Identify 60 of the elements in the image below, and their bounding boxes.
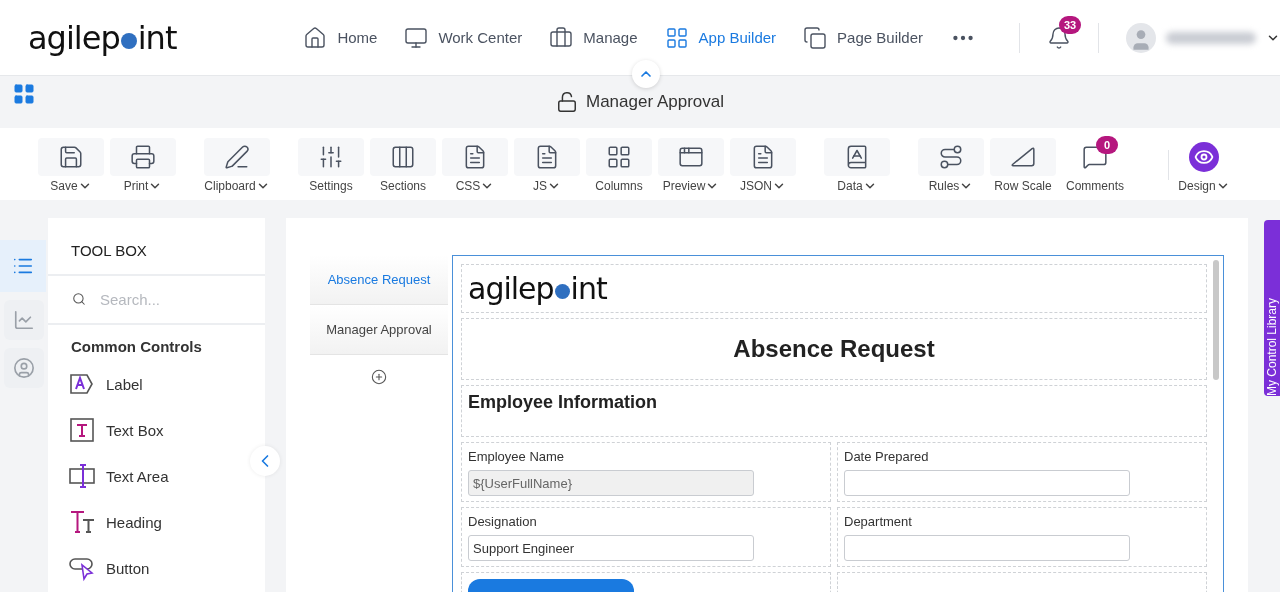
add-page-button[interactable] (371, 369, 387, 385)
sliders-icon (318, 144, 344, 170)
grid-icon (664, 25, 689, 50)
toolbox-title: TOOL BOX (48, 218, 265, 276)
save-icon (58, 144, 84, 170)
text-field[interactable] (844, 535, 1130, 561)
field-label: Date Prepared (844, 449, 930, 464)
unlock-icon (556, 91, 578, 113)
side-panel-tab[interactable] (4, 348, 44, 388)
form-title: Absence Request (733, 335, 935, 364)
text-field[interactable]: Support Engineer (468, 535, 754, 561)
toolbox-item[interactable]: Text Box (106, 421, 164, 439)
heading-control-icon (68, 508, 96, 536)
nav-link[interactable]: Manage (549, 25, 638, 50)
text-field[interactable] (844, 470, 1130, 496)
columns-icon (390, 144, 416, 170)
pen-icon (224, 144, 250, 170)
nav-link[interactable]: Work Center (404, 25, 523, 50)
user-circle-icon (13, 357, 35, 379)
control-library-tab[interactable]: My Control Library (1264, 220, 1280, 396)
side-panel-tab[interactable] (0, 240, 46, 292)
toolbar-button[interactable]: 0 Comments (1062, 138, 1128, 193)
side-panel-tab[interactable] (4, 300, 44, 340)
toolbox-item[interactable]: Text Area (106, 467, 169, 485)
comment-count: 0 (1096, 136, 1118, 154)
field-label: Employee Name (468, 449, 566, 464)
eye-icon (1189, 142, 1219, 172)
text-box-control-icon (68, 416, 96, 444)
avatar-icon (1126, 22, 1156, 53)
section-title: Employee Information (468, 391, 658, 413)
nav-link[interactable]: Page Builder (803, 25, 923, 50)
monitor-icon (404, 25, 429, 50)
text-field[interactable]: ${UserFullName} (468, 470, 754, 496)
collapse-header-button[interactable] (632, 60, 660, 88)
form-logo: agilep int (468, 271, 607, 306)
copy-icon (803, 25, 828, 50)
briefcase-icon (549, 25, 574, 50)
field-label: Department (844, 514, 913, 529)
apps-icon[interactable] (12, 82, 36, 106)
page-title: Manager Approval (586, 92, 724, 112)
scrollbar[interactable] (1213, 260, 1219, 380)
text-area-control-icon (68, 462, 96, 490)
nav-link[interactable]: App Builder (664, 25, 777, 50)
section-heading: Common Controls (70, 337, 203, 357)
field-label: Designation (468, 514, 538, 529)
notification-count: 33 (1059, 15, 1081, 34)
design-mode-button[interactable]: Design (1171, 138, 1237, 193)
collapse-panel-button[interactable] (250, 446, 280, 476)
plus-circle-icon (371, 369, 387, 385)
printer-icon (130, 144, 156, 170)
home-icon (303, 25, 328, 50)
chart-icon (13, 309, 35, 331)
toolbox-item[interactable]: Button (106, 559, 150, 577)
grid-icon (606, 144, 632, 170)
route-icon (938, 144, 964, 170)
nav-link[interactable]: Home (303, 25, 378, 50)
agilepoint-logo: agilep int (28, 18, 178, 57)
toolbox-item[interactable]: Label (106, 375, 143, 393)
user-menu[interactable] (1126, 22, 1280, 53)
toolbox-item[interactable]: Heading (106, 513, 162, 531)
